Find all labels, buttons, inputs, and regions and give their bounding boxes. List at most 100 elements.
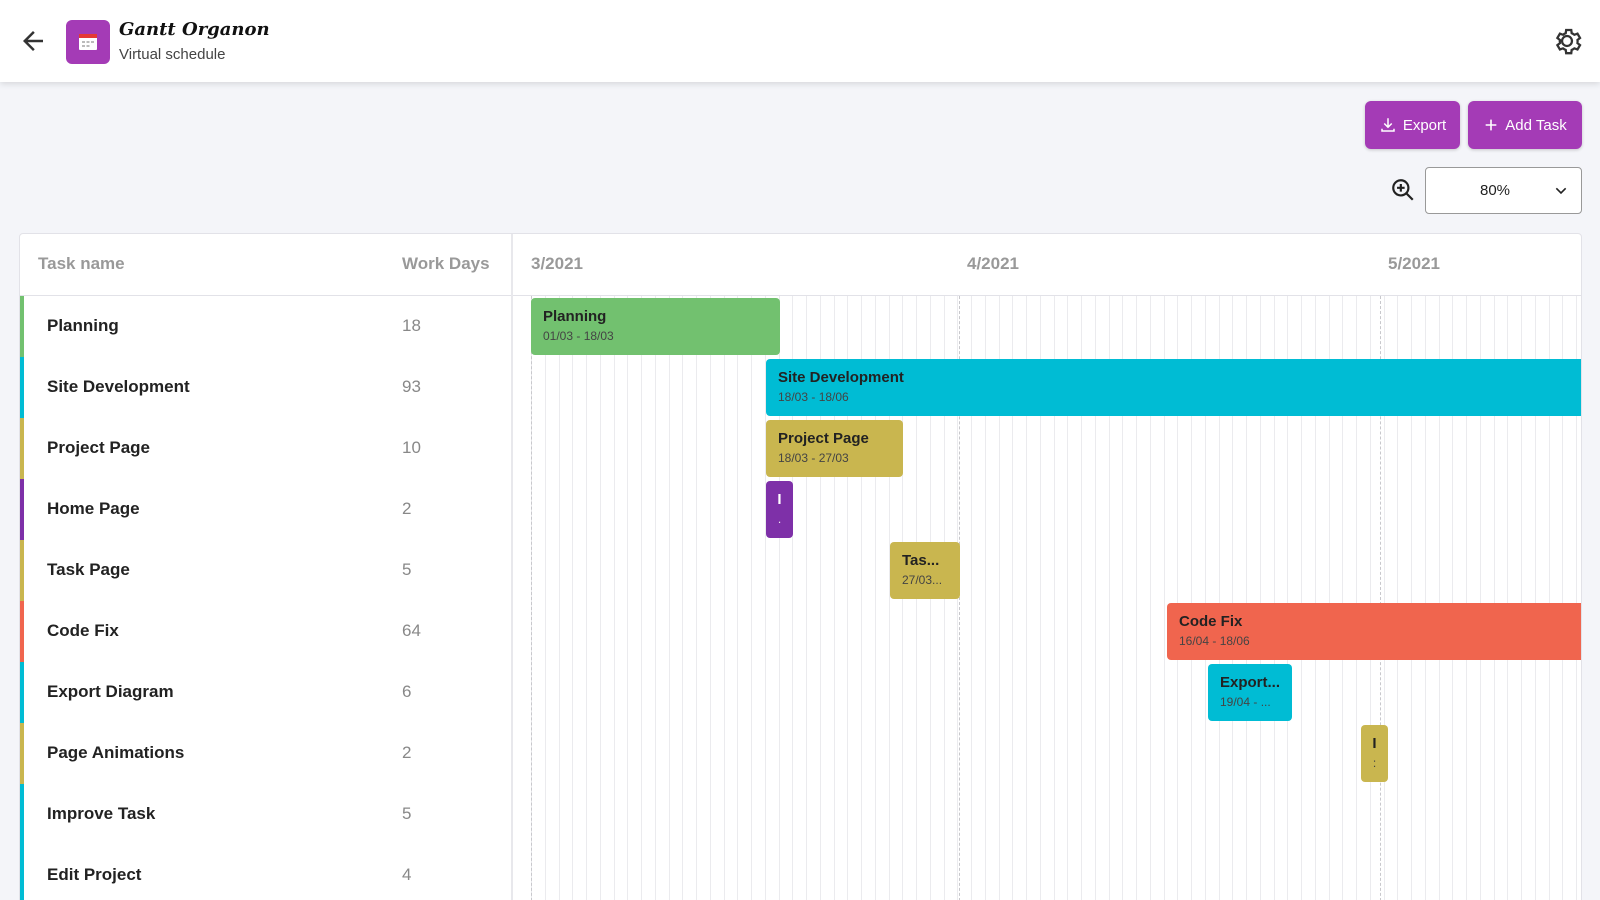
task-row[interactable]: Page Animations 2 bbox=[20, 723, 511, 784]
gantt-bar-dates: 18/03 - 18/06 bbox=[778, 390, 849, 404]
task-work-days: 2 bbox=[402, 499, 412, 518]
day-gridline bbox=[559, 296, 560, 900]
day-gridline bbox=[737, 296, 738, 900]
gantt-bar-label: I bbox=[777, 491, 782, 508]
app-title: Gantt Organon bbox=[119, 19, 270, 40]
gantt-bar[interactable]: Planning 01/03 - 18/03 bbox=[531, 298, 780, 355]
day-gridline bbox=[696, 296, 697, 900]
app-subtitle: Virtual schedule bbox=[119, 46, 226, 63]
day-gridline bbox=[600, 296, 601, 900]
task-work-days: 64 bbox=[402, 621, 421, 640]
task-row[interactable]: Planning 18 bbox=[20, 296, 511, 357]
day-gridline bbox=[627, 296, 628, 900]
task-row[interactable]: Export Diagram 6 bbox=[20, 662, 511, 723]
task-work-days: 10 bbox=[402, 438, 421, 457]
timeline-area: Planning 01/03 - 18/03 Site Development 18/… bbox=[513, 296, 1581, 900]
gantt-bar-dates: . bbox=[777, 512, 782, 526]
gear-icon[interactable] bbox=[1550, 24, 1584, 58]
task-name: Improve Task bbox=[47, 804, 156, 823]
task-row[interactable]: Task Page 5 bbox=[20, 540, 511, 601]
day-gridline bbox=[751, 296, 752, 900]
task-color-indicator bbox=[20, 479, 24, 540]
day-gridline bbox=[655, 296, 656, 900]
month-label: 4/2021 bbox=[967, 254, 1019, 273]
add-task-button[interactable]: Add Task bbox=[1468, 101, 1582, 149]
gantt-bar[interactable]: I. bbox=[766, 481, 793, 538]
gantt-header: Task name Work Days 3/2021 4/2021 5/2021 bbox=[20, 234, 1581, 296]
task-row[interactable]: Improve Task 5 bbox=[20, 784, 511, 845]
gantt-bar-dates: 01/03 - 18/03 bbox=[543, 329, 614, 343]
task-row[interactable]: Site Development 93 bbox=[20, 357, 511, 418]
task-name: Code Fix bbox=[47, 621, 119, 640]
task-color-indicator bbox=[20, 357, 24, 418]
download-icon bbox=[1381, 118, 1395, 132]
task-name: Home Page bbox=[47, 499, 140, 518]
task-color-indicator bbox=[20, 723, 24, 784]
gantt-bar-dates: 19/04 - ... bbox=[1220, 695, 1271, 709]
gantt-bar[interactable]: Site Development 18/03 - 18/06 bbox=[766, 359, 1581, 416]
task-name: Planning bbox=[47, 316, 119, 335]
task-color-indicator bbox=[20, 662, 24, 723]
gantt-bar[interactable]: I: bbox=[1361, 725, 1388, 782]
gantt-bar-label: Code Fix bbox=[1179, 613, 1243, 630]
task-name: Page Animations bbox=[47, 743, 185, 762]
task-work-days: 2 bbox=[402, 743, 412, 762]
task-row[interactable]: Edit Project 4 bbox=[20, 845, 511, 900]
task-work-days: 93 bbox=[402, 377, 421, 396]
column-task-name[interactable]: Task name bbox=[38, 254, 125, 274]
zoom-value: 80% bbox=[1479, 182, 1511, 199]
gantt-bar-dates: 27/03... bbox=[902, 573, 943, 587]
task-work-days: 5 bbox=[402, 804, 412, 823]
gantt-bar-dates: : bbox=[1372, 756, 1377, 770]
task-name: Export Diagram bbox=[47, 682, 174, 701]
chevron-down-icon bbox=[1555, 187, 1567, 195]
day-gridline bbox=[572, 296, 573, 900]
export-button[interactable]: Export bbox=[1365, 101, 1460, 149]
day-gridline bbox=[641, 296, 642, 900]
add-task-label: Add Task bbox=[1505, 116, 1567, 134]
gantt-bar[interactable]: Code Fix 16/04 - 18/06 bbox=[1167, 603, 1581, 660]
gantt-bar-dates: 18/03 - 27/03 bbox=[778, 451, 849, 465]
task-color-indicator bbox=[20, 418, 24, 479]
gantt-bar-label: Planning bbox=[543, 308, 607, 325]
zoom-select[interactable]: 80% bbox=[1425, 167, 1582, 214]
gantt-bar[interactable]: Export... 19/04 - ... bbox=[1208, 664, 1292, 721]
column-work-days[interactable]: Work Days bbox=[402, 254, 490, 274]
gantt-bar[interactable]: Project Page 18/03 - 27/03 bbox=[766, 420, 903, 477]
task-work-days: 18 bbox=[402, 316, 421, 335]
gantt-panel: Task name Work Days 3/2021 4/2021 5/2021… bbox=[19, 233, 1582, 900]
task-work-days: 5 bbox=[402, 560, 412, 579]
export-label: Export bbox=[1402, 116, 1447, 134]
gantt-bar-label: Project Page bbox=[778, 430, 869, 447]
task-row[interactable]: Project Page 10 bbox=[20, 418, 511, 479]
calendar-icon bbox=[66, 20, 110, 64]
task-work-days: 4 bbox=[402, 865, 412, 884]
gantt-bar-label: Site Development bbox=[778, 369, 904, 386]
day-gridline bbox=[586, 296, 587, 900]
month-label: 5/2021 bbox=[1388, 254, 1440, 273]
gantt-bar[interactable]: Tas... 27/03... bbox=[890, 542, 960, 599]
gantt-bar-label: I bbox=[1372, 735, 1377, 752]
gantt-bar-label: Export... bbox=[1220, 674, 1280, 691]
task-color-indicator bbox=[20, 784, 24, 845]
day-gridline bbox=[614, 296, 615, 900]
task-name: Project Page bbox=[47, 438, 150, 457]
gantt-bar-dates: 16/04 - 18/06 bbox=[1179, 634, 1250, 648]
task-row[interactable]: Code Fix 64 bbox=[20, 601, 511, 662]
task-row[interactable]: Home Page 2 bbox=[20, 479, 511, 540]
day-gridline bbox=[724, 296, 725, 900]
month-gridline bbox=[531, 296, 532, 900]
plus-icon bbox=[1485, 119, 1497, 131]
day-gridline bbox=[682, 296, 683, 900]
task-name: Site Development bbox=[47, 377, 190, 396]
zoom-in-icon bbox=[1390, 177, 1416, 203]
day-gridline bbox=[669, 296, 670, 900]
task-name: Task Page bbox=[47, 560, 130, 579]
task-color-indicator bbox=[20, 296, 24, 357]
day-gridline bbox=[710, 296, 711, 900]
day-gridline bbox=[545, 296, 546, 900]
gantt-bar-label: Tas... bbox=[902, 552, 940, 569]
task-color-indicator bbox=[20, 540, 24, 601]
task-name: Edit Project bbox=[47, 865, 142, 884]
arrow-left-icon[interactable] bbox=[18, 26, 48, 56]
